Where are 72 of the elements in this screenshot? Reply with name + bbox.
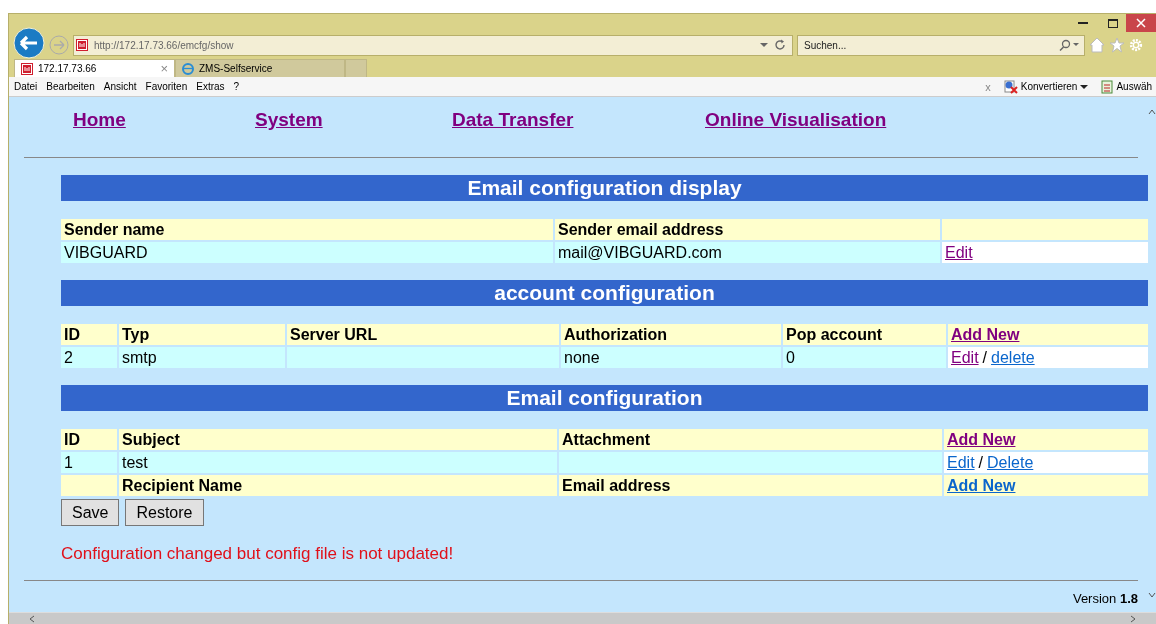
table-link[interactable]: Delete [987, 454, 1034, 471]
table-cell [61, 475, 117, 496]
menu-item[interactable]: Datei [14, 81, 38, 92]
scroll-left-icon[interactable] [29, 614, 35, 623]
nav-link[interactable]: Data Transfer [452, 109, 705, 137]
cell-text: none [564, 349, 600, 366]
table-link[interactable]: Edit [945, 244, 973, 261]
menu-item[interactable]: Favoriten [145, 81, 188, 92]
cell-text: Typ [122, 326, 150, 343]
back-icon[interactable] [13, 27, 45, 59]
dropdown-icon[interactable] [1080, 83, 1089, 90]
search-icon[interactable] [1058, 39, 1080, 51]
close-icon[interactable] [1126, 14, 1156, 32]
nav-link[interactable]: Home [73, 109, 255, 137]
cell-text: ID [64, 326, 80, 343]
menu-item[interactable]: Ansicht [103, 81, 137, 92]
convert-button[interactable]: Konvertieren [1020, 81, 1078, 92]
table-link[interactable]: Edit [947, 454, 975, 471]
address-field[interactable]: http://172.17.73.66/emcfg/show [73, 34, 793, 56]
section-header: Email configuration display [61, 175, 1148, 201]
table-link[interactable]: Edit [951, 349, 979, 366]
browser-tab[interactable]: ZMS-Selfservice [175, 59, 345, 77]
cell-text: Sender name [64, 221, 165, 238]
browser-tab[interactable]: 172.17.73.66 × [14, 59, 175, 77]
cell-text: 0 [786, 349, 795, 366]
table-link[interactable]: Add New [951, 326, 1020, 343]
section-header: account configuration [61, 280, 1148, 306]
cell-text: test [122, 454, 148, 471]
form-button[interactable]: Save [61, 499, 120, 526]
scroll-down-icon[interactable] [1148, 592, 1156, 598]
menu-item[interactable]: ? [233, 81, 240, 92]
search-box[interactable]: Suchen... [797, 34, 1085, 56]
error-message: Configuration changed but config file is not updated! [61, 544, 455, 564]
cell-text: Server URL [290, 326, 378, 343]
select-button[interactable]: Auswäh [1116, 81, 1152, 92]
form-button[interactable]: Restore [125, 499, 204, 526]
table-link[interactable]: delete [991, 349, 1035, 366]
cell-text: VIBGUARD [64, 244, 148, 261]
cell-text: mail@VIBGUARD.com [558, 244, 722, 261]
close-tab-icon[interactable]: × [160, 61, 168, 76]
search-field[interactable]: Suchen... [802, 38, 1058, 52]
cell-text: Subject [122, 431, 180, 448]
scroll-right-icon[interactable] [1130, 614, 1136, 623]
cell-text: ID [64, 431, 80, 448]
table-link[interactable]: Add New [947, 477, 1016, 494]
document-icon [1101, 79, 1114, 94]
menu-item[interactable]: Extras [196, 81, 225, 92]
cell-text: 2 [64, 349, 73, 366]
separator-text: / [978, 454, 984, 471]
nav-link[interactable]: System [255, 109, 452, 137]
cell-text: Authorization [564, 326, 668, 343]
table-link[interactable]: Add New [947, 431, 1016, 448]
toolbar-close[interactable]: x [985, 80, 991, 93]
nav-link[interactable]: Online Visualisation [705, 109, 887, 137]
cell-text: Sender email address [558, 221, 724, 238]
cell-text: Recipient Name [122, 477, 243, 494]
cell-text: 1 [64, 454, 73, 471]
site-icon [76, 39, 88, 51]
scroll-up-icon[interactable] [1148, 109, 1156, 115]
site-icon [21, 62, 33, 75]
refresh-icon[interactable] [774, 39, 786, 51]
cell-text: Email address [562, 477, 671, 494]
maximize-icon[interactable] [1108, 18, 1118, 28]
cell-text: Pop account [786, 326, 882, 343]
menu-item[interactable]: Bearbeiten [46, 81, 95, 92]
cell-text: Attachment [562, 431, 650, 448]
globe-icon [182, 62, 194, 75]
cell-text: smtp [122, 349, 157, 366]
separator-text: / [982, 349, 988, 366]
section-header: Email configuration [61, 385, 1148, 411]
star-icon[interactable] [1109, 37, 1125, 53]
version-text: Version 1.8 [1072, 591, 1138, 606]
